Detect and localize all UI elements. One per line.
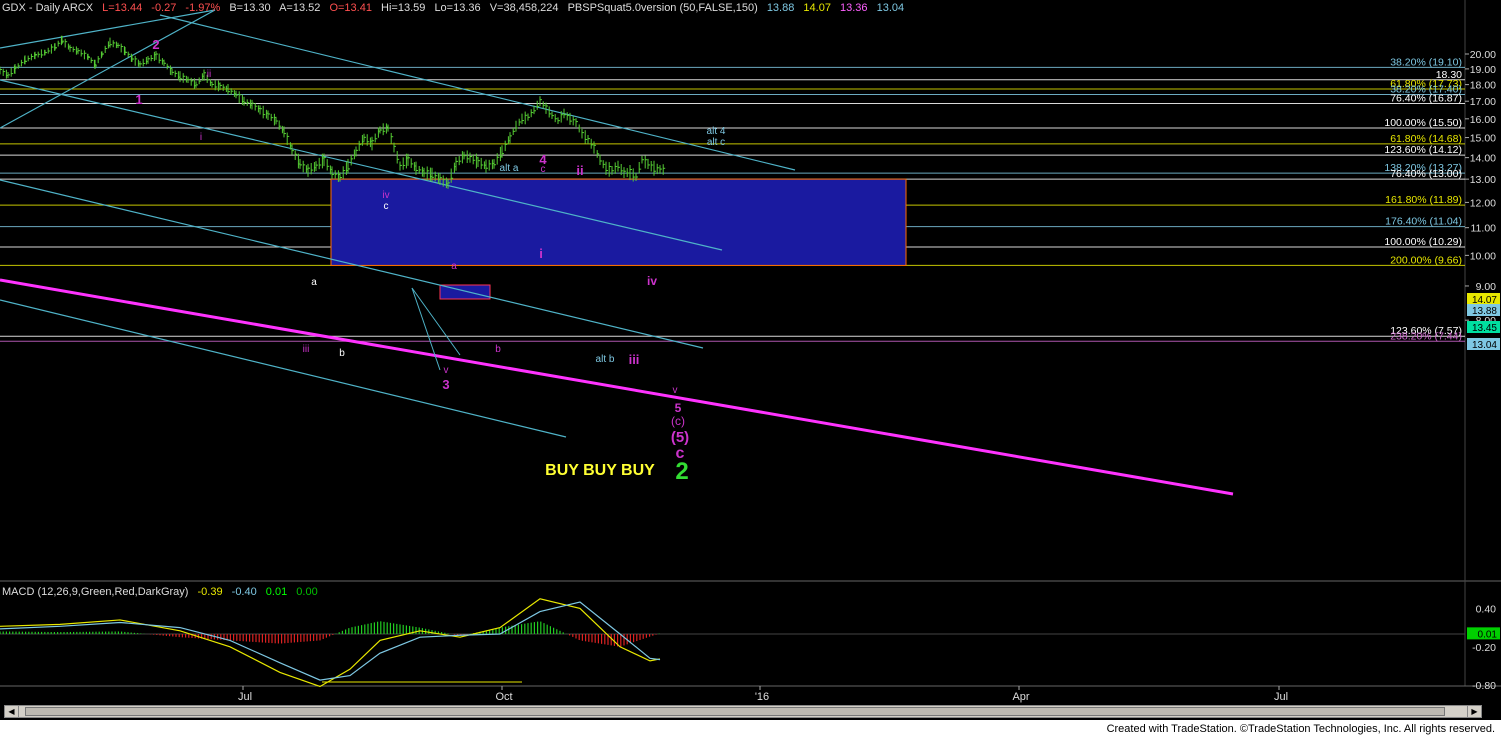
wave-label: alt b [596, 354, 615, 365]
y-tick-label: 17.00 [1470, 96, 1496, 108]
buy-text: BUY BUY BUY [545, 462, 655, 479]
fib-label: 161.80% (11.89) [1385, 194, 1462, 206]
y-tick-label: 16.00 [1470, 114, 1496, 126]
scroll-left-icon[interactable]: ◀ [5, 706, 19, 717]
indicator-value-2: 14.07 [803, 2, 831, 14]
price-axis: 8.009.0010.0011.0012.0013.0014.0015.0016… [1465, 49, 1496, 327]
wave-label: ii [207, 69, 211, 80]
macd-y-label: -0.20 [1472, 642, 1496, 654]
y-tick-label: 12.00 [1470, 197, 1496, 209]
wave-label: iv [647, 274, 657, 288]
wave-label: 2 [152, 37, 159, 52]
x-tick-label: Jul [238, 691, 252, 703]
macd-y-label: -0.80 [1472, 680, 1496, 692]
high-price: Hi=13.59 [381, 2, 426, 14]
wave-label: ii [576, 163, 583, 178]
y-tick-label: 15.00 [1470, 133, 1496, 145]
macd-signal-value: -0.40 [231, 586, 257, 598]
indicator-name: PBSPSquat5.0version (50,FALSE,150) [567, 2, 758, 14]
indicator-value-3: 13.36 [840, 2, 868, 14]
bid-price: B=13.30 [229, 2, 271, 14]
y-tick-label: 14.00 [1470, 153, 1496, 165]
wave-label: alt a [500, 163, 519, 174]
fib-label: 76.40% (16.87) [1390, 92, 1462, 104]
price-tag-label: 13.88 [1472, 306, 1497, 317]
fib-label: 76.40% (13.00) [1390, 168, 1462, 180]
wave-label: v [673, 385, 678, 396]
volume: V=38,458,224 [489, 2, 559, 14]
wave-label: iv [382, 190, 389, 201]
chart-root: 38.20% (19.10) 18.30 61.80% (17.73) 38.20% … [0, 0, 1501, 736]
symbol-label: GDX - Daily ARCX [2, 2, 94, 14]
macd-y-label: 0.40 [1476, 603, 1497, 615]
x-tick-label: Oct [495, 691, 512, 703]
wave-label: 5 [675, 401, 682, 415]
wave-label: i [539, 246, 543, 261]
y-tick-label: 10.00 [1470, 250, 1496, 262]
chart-header: GDX - Daily ARCX L=13.44 -0.27 -1.97% B=… [2, 2, 910, 14]
wave-label: a [451, 261, 457, 272]
macd-hist-value: 0.01 [265, 586, 288, 598]
last-price: L=13.44 [102, 2, 143, 14]
copyright-footer: Created with TradeStation. ©TradeStation… [1102, 722, 1499, 736]
low-price: Lo=13.36 [434, 2, 481, 14]
fib-label: 100.00% (10.29) [1384, 236, 1462, 248]
fib-label: 200.00% (9.66) [1390, 254, 1462, 266]
y-tick-label: 9.00 [1476, 281, 1497, 293]
wave-label: c [384, 201, 389, 212]
ask-price: A=13.52 [279, 2, 321, 14]
fib-label: 100.00% (15.50) [1384, 117, 1462, 129]
y-tick-label: 19.00 [1470, 64, 1496, 76]
pct-change: -1.97% [185, 2, 221, 14]
indicator-value-1: 13.88 [766, 2, 795, 14]
fib-label: 176.40% (11.04) [1385, 216, 1462, 228]
buy-zone-box [330, 178, 907, 266]
y-tick-label: 18.00 [1470, 80, 1496, 92]
y-tick-label: 20.00 [1470, 49, 1496, 61]
time-axis: Jul Oct '16 Apr Jul [238, 686, 1288, 703]
wave-label: (5) [671, 429, 689, 446]
x-tick-label: Apr [1012, 691, 1029, 703]
horizontal-scrollbar[interactable]: ◀ ▶ [4, 705, 1482, 718]
wave-label: 3 [442, 377, 449, 392]
indicator-value-4: 13.04 [876, 2, 905, 14]
macd-value: -0.39 [197, 586, 223, 598]
wave-label: c [541, 164, 546, 175]
open-price: O=13.41 [329, 2, 372, 14]
wave-label: b [339, 348, 345, 359]
price-tags: 14.0713.8813.4513.04 [1467, 293, 1500, 351]
wave-label: 2 [675, 458, 688, 485]
scroll-right-icon[interactable]: ▶ [1467, 706, 1481, 717]
x-tick-label: Jul [1274, 691, 1288, 703]
wave-label: 1 [135, 92, 142, 107]
wave-label: iii [629, 352, 640, 367]
wave-label: (c) [671, 414, 685, 428]
wave-label: alt 4 [707, 126, 726, 137]
wave-label: alt c [707, 137, 725, 148]
fib-label: 38.20% (19.10) [1390, 56, 1462, 68]
net-change: -0.27 [151, 2, 177, 14]
price-tag-label: 13.45 [1472, 323, 1497, 334]
wave-label: b [495, 344, 501, 355]
fib-label: 123.60% (14.12) [1384, 144, 1462, 156]
y-tick-label: 13.00 [1470, 174, 1496, 186]
fib-label: 238.20% (7.44) [1390, 330, 1462, 342]
fib-label: 61.80% (14.68) [1390, 133, 1462, 145]
chart-svg: 38.20% (19.10)18.3061.80% (17.73)38.20% … [0, 0, 1501, 703]
macd-label: MACD (12,26,9,Green,Red,DarkGray) [2, 586, 189, 598]
wave-label: a [311, 277, 317, 288]
wave-label: iii [303, 344, 310, 355]
macd-tag-label: 0.01 [1478, 629, 1498, 640]
scroll-thumb[interactable] [25, 707, 1445, 716]
x-tick-label: '16 [755, 691, 769, 703]
price-tag-label: 13.04 [1472, 340, 1497, 351]
y-tick-label: 11.00 [1471, 223, 1497, 235]
wave-label: i [200, 132, 202, 143]
macd-header: MACD (12,26,9,Green,Red,DarkGray) -0.39 … [2, 586, 324, 598]
wave-label: v [444, 365, 449, 376]
macd-zero-value: 0.00 [296, 586, 318, 598]
